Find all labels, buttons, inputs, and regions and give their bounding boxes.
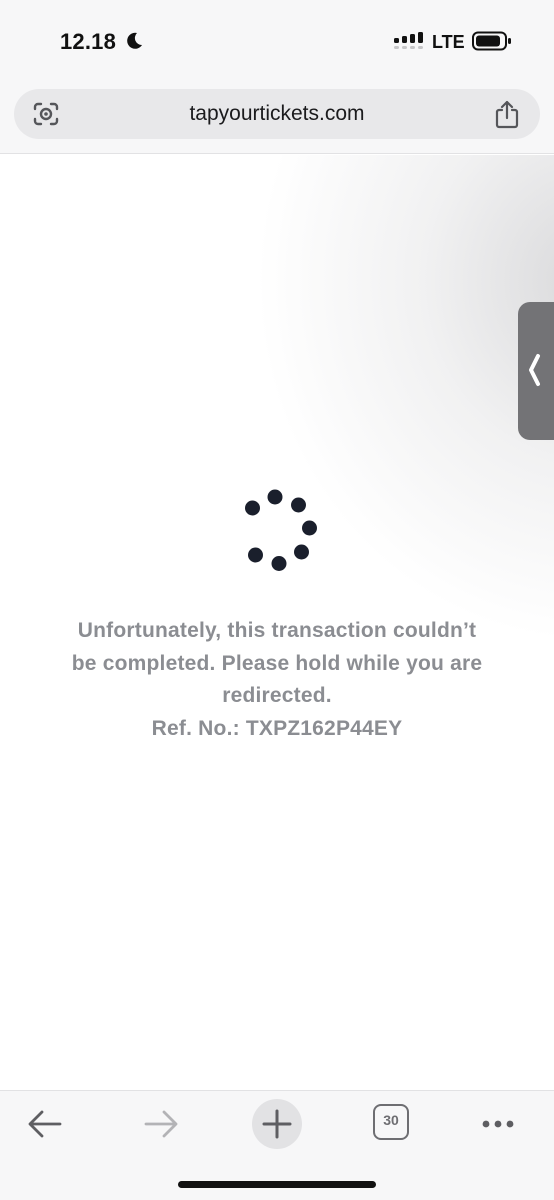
spinner-dot — [267, 489, 283, 505]
battery-icon — [472, 31, 511, 51]
spinner-dot — [245, 500, 260, 516]
address-bar[interactable]: tapyourtickets.com — [14, 89, 540, 139]
message-line: Unfortunately, this transaction couldn’t — [77, 619, 477, 642]
plus-icon — [262, 1109, 292, 1139]
moon-icon — [127, 32, 142, 49]
back-arrow-icon[interactable] — [22, 1101, 68, 1147]
message-line: redirected. — [222, 684, 332, 707]
spinner-dot — [302, 520, 317, 536]
share-icon[interactable] — [494, 99, 520, 129]
more-icon[interactable] — [475, 1101, 521, 1147]
spinner-dot — [291, 497, 306, 513]
status-message: Unfortunately, this transaction couldn’t… — [30, 615, 524, 745]
forward-arrow-icon[interactable] — [138, 1101, 184, 1147]
lens-icon[interactable] — [32, 101, 60, 127]
browser-screen: 12.18 LTE tapyourtickets.com Unfortunate… — [0, 0, 554, 1200]
url-text[interactable]: tapyourtickets.com — [74, 102, 480, 126]
sidebar-handle[interactable] — [518, 302, 554, 440]
tabs-icon[interactable]: 30 — [373, 1104, 409, 1140]
signal-icon — [394, 32, 423, 49]
chevron-left-icon — [529, 354, 540, 386]
new-tab-button[interactable] — [252, 1099, 302, 1149]
bottom-toolbar: 30 — [0, 1090, 554, 1200]
browser-toolbar: tapyourtickets.com — [0, 80, 554, 154]
status-time: 12.18 — [60, 29, 117, 54]
status-bar: 12.18 LTE — [0, 0, 554, 80]
tab-count: 30 — [383, 1112, 399, 1128]
message-line: be completed. Please hold while you are — [71, 651, 483, 675]
spinner-dot — [248, 547, 263, 563]
web-content: Unfortunately, this transaction couldn’t… — [0, 155, 554, 1090]
spinner-dot — [294, 544, 309, 560]
network-label: LTE — [432, 32, 465, 52]
reference-number: Ref. No.: TXPZ162P44EY — [151, 716, 403, 740]
home-indicator[interactable] — [178, 1181, 376, 1188]
spinner-dot — [271, 556, 287, 571]
loading-spinner — [245, 489, 317, 571]
